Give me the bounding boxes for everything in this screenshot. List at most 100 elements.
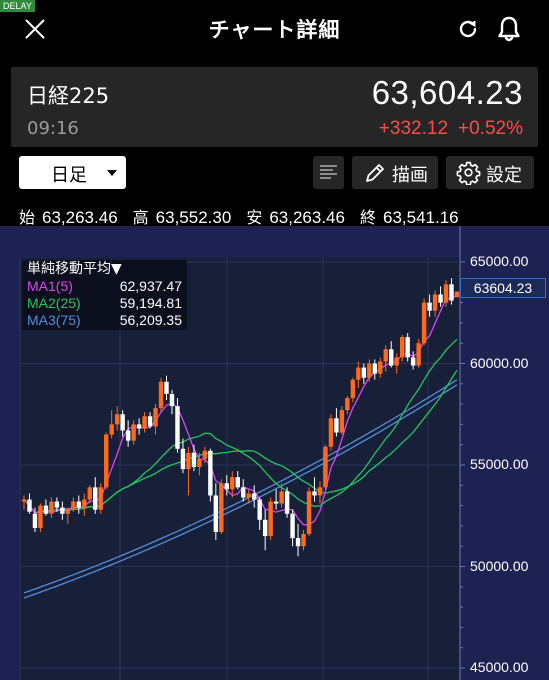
candle-body <box>230 477 235 490</box>
ma1-label: MA1(5) <box>27 278 73 294</box>
candle-body <box>268 501 273 537</box>
ma3-value: 56,209.35 <box>119 312 182 328</box>
candle-body <box>164 381 169 394</box>
candle-body <box>219 483 224 532</box>
change-percent: +0.52% <box>458 118 523 139</box>
candle-body <box>76 501 82 508</box>
candle-body <box>328 418 334 447</box>
candle-body <box>372 363 377 374</box>
candle-body <box>175 406 180 449</box>
ohlc-row: 始 63,263.46 高 63,552.30 安 63,263.46 終 63,541.16 <box>19 204 459 228</box>
ma1-value: 62,937.47 <box>119 278 182 294</box>
price-change: +332.12 +0.52% <box>379 118 523 140</box>
candle-body <box>114 414 120 425</box>
candle-body <box>361 367 367 378</box>
candle-body <box>104 434 109 488</box>
candle-body <box>262 519 268 537</box>
candle-body <box>202 450 208 459</box>
candle-body <box>131 424 136 441</box>
ma3-label: MA3(75) <box>27 312 81 328</box>
ma2-value: 59,194.81 <box>119 295 182 311</box>
candle-body <box>180 448 186 470</box>
candle-body <box>323 446 328 488</box>
candle-body <box>350 379 356 399</box>
candle-body <box>191 452 197 468</box>
candle-body <box>252 493 257 500</box>
candle-body <box>147 416 153 427</box>
candle-body <box>399 337 405 358</box>
open-value: 63,263.46 <box>42 208 118 227</box>
candle-body <box>443 284 449 303</box>
close-label: 終 <box>359 208 376 227</box>
quote-time: 09:16 <box>27 118 79 139</box>
candle-body <box>405 337 410 358</box>
low-label: 安 <box>246 208 263 227</box>
candle-body <box>71 501 76 510</box>
candle-body <box>235 477 240 488</box>
quote-panel: 日経225 09:16 63,604.23 +332.12 +0.52% <box>11 67 538 147</box>
candle-body <box>454 291 460 298</box>
settings-label: 設定 <box>486 165 522 186</box>
change-value: +332.12 <box>378 118 449 139</box>
candle-body <box>421 302 427 344</box>
y-tick-label: 45000.00 <box>470 659 529 675</box>
candle-body <box>125 430 131 441</box>
low-value: 63,263.46 <box>269 208 345 227</box>
candle-body <box>416 343 421 366</box>
candle-body <box>317 487 323 496</box>
chevron-down-icon <box>107 170 117 176</box>
high-label: 高 <box>132 208 149 227</box>
current-price: 63,604.23 <box>371 74 523 111</box>
candle-body <box>27 499 32 512</box>
header-bar: チャート詳細 <box>0 0 549 58</box>
candle-body <box>378 361 383 374</box>
candle-body <box>49 501 54 514</box>
candle-body <box>306 491 312 535</box>
bell-icon[interactable] <box>496 15 522 43</box>
candle-body <box>449 284 454 301</box>
ma-legend[interactable]: 単純移動平均▼ MA1(5) 62,937.47 MA2(25) 59,194.81… <box>22 260 187 330</box>
candle-body <box>290 513 295 539</box>
candle-body <box>394 357 399 366</box>
candle-body <box>389 349 394 366</box>
candle-body <box>158 381 164 409</box>
candle-body <box>334 418 339 433</box>
candle-body <box>279 491 284 504</box>
candle-body <box>109 424 114 435</box>
candle-body <box>21 499 27 502</box>
candle-body <box>169 393 175 407</box>
candle-body <box>213 495 219 532</box>
y-tick-label: 65000.00 <box>470 253 529 269</box>
y-tick-label: 60000.00 <box>470 354 529 371</box>
gear-icon <box>456 161 481 185</box>
open-label: 始 <box>19 208 36 227</box>
period-select[interactable]: 日足 <box>19 156 126 189</box>
candle-body <box>224 483 229 490</box>
candle-body <box>32 513 38 528</box>
candle-body <box>120 414 125 431</box>
candle-body <box>65 509 71 514</box>
draw-button[interactable]: 描画 <box>352 156 438 189</box>
legend-title[interactable]: 単純移動平均▼ <box>27 261 182 278</box>
candle-body <box>383 349 388 362</box>
legend-ma2: MA2(25) 59,194.81 <box>27 295 182 312</box>
refresh-icon[interactable] <box>456 17 480 41</box>
indicator-list-button[interactable] <box>313 156 344 189</box>
ma2-label: MA2(25) <box>27 295 81 311</box>
candle-body <box>410 357 416 366</box>
index-name: 日経225 <box>27 84 110 108</box>
candle-body <box>38 505 43 528</box>
candle-body <box>295 538 301 547</box>
candle-body <box>43 505 49 514</box>
candle-body <box>301 534 306 547</box>
candle-body <box>246 493 251 498</box>
legend-ma3: MA3(75) 56,209.35 <box>27 312 182 329</box>
candle-body <box>208 450 213 496</box>
candle-body <box>186 452 191 470</box>
settings-button[interactable]: 設定 <box>446 156 534 189</box>
draw-label: 描画 <box>392 165 428 186</box>
candle-body <box>367 363 372 378</box>
candle-body <box>438 294 443 303</box>
y-tick-label: 55000.00 <box>470 456 529 472</box>
candle-body <box>87 487 92 500</box>
